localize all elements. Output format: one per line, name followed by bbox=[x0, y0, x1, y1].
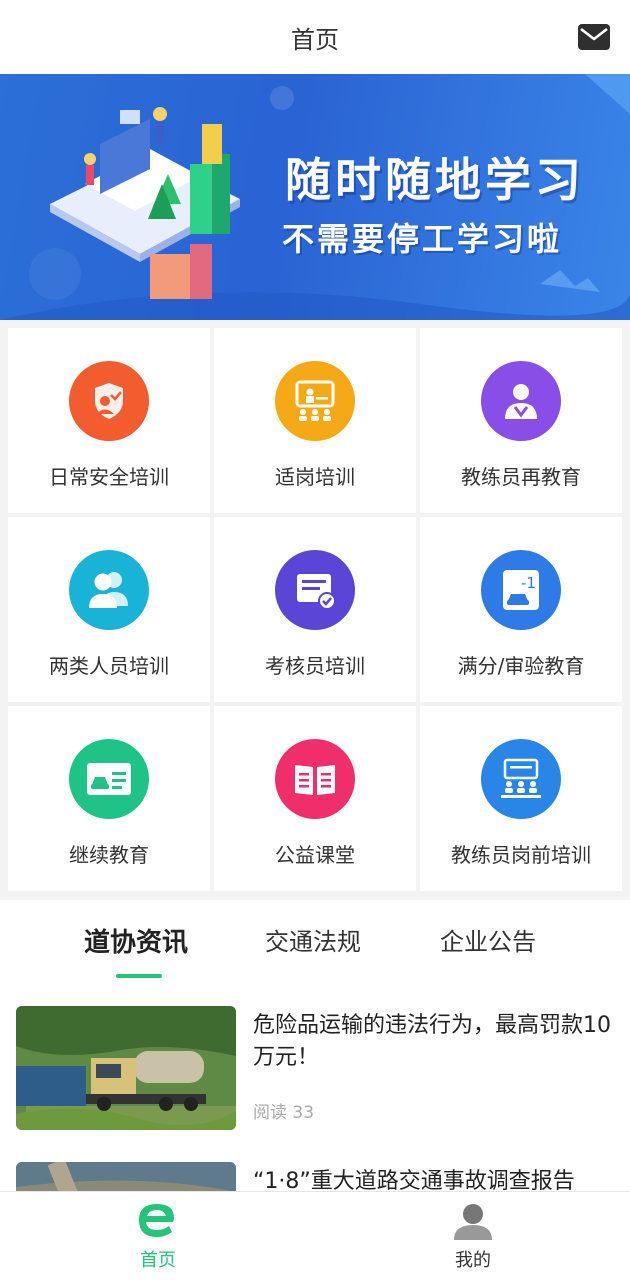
menu-label: 两类人员培训 bbox=[49, 654, 169, 678]
menu-job-adaptation-training[interactable]: 适岗培训 bbox=[214, 328, 416, 513]
two-people-icon bbox=[69, 550, 149, 630]
tabbar-mine[interactable]: 我的 bbox=[373, 1192, 573, 1280]
banner-headline: 随时随地学习 bbox=[285, 153, 585, 207]
banner-subheadline: 不需要停工学习啦 bbox=[282, 220, 563, 258]
open-book-icon bbox=[275, 739, 355, 819]
news-section: 道协资讯 交通法规 企业公告 危险品运输的违法行为，最高罚款10万元！ 阅读 3… bbox=[0, 900, 630, 1192]
car-minus-one-icon: -1 bbox=[481, 550, 561, 630]
news-title: “1·8”重大道路交通事故调查报告 bbox=[253, 1169, 575, 1192]
news-thumbnail bbox=[16, 1006, 236, 1130]
menu-label: 教练员岗前培训 bbox=[451, 843, 591, 867]
certificate-check-icon bbox=[275, 550, 355, 630]
menu-assessor-training[interactable]: 考核员培训 bbox=[214, 517, 416, 702]
top-bar: 首页 bbox=[0, 0, 630, 74]
news-item[interactable]: “1·8”重大道路交通事故调查报告 bbox=[16, 1162, 616, 1192]
news-tabs: 道协资讯 交通法规 企业公告 bbox=[0, 900, 630, 986]
menu-full-score-review-education[interactable]: -1 满分/审验教育 bbox=[420, 517, 622, 702]
menu-instructor-pre-job-training[interactable]: 教练员岗前培训 bbox=[420, 706, 622, 891]
training-menu-grid: 日常安全培训 适岗培训 教练员再教育 两类人员培训 考核员培训 -1 满分/审验… bbox=[8, 328, 622, 891]
instructor-icon bbox=[481, 361, 561, 441]
tab-company-notices[interactable]: 企业公告 bbox=[440, 922, 536, 957]
page-title: 首页 bbox=[291, 25, 339, 54]
news-title: 危险品运输的违法行为，最高罚款10万元！ bbox=[253, 1013, 611, 1070]
menu-continuing-education[interactable]: 继续教育 bbox=[8, 706, 210, 891]
promo-banner[interactable]: 随时随地学习 不需要停工学习啦 bbox=[0, 74, 630, 320]
shield-person-icon bbox=[69, 361, 149, 441]
tabbar-mine-label: 我的 bbox=[455, 1250, 491, 1271]
id-card-icon bbox=[69, 739, 149, 819]
svg-text:-1: -1 bbox=[521, 574, 536, 592]
active-tab-indicator bbox=[116, 974, 162, 978]
news-thumbnail bbox=[16, 1162, 236, 1192]
menu-public-welfare-class[interactable]: 公益课堂 bbox=[214, 706, 416, 891]
mail-icon[interactable] bbox=[578, 24, 610, 50]
tab-association-news[interactable]: 道协资讯 bbox=[84, 922, 188, 959]
presentation-board-icon bbox=[275, 361, 355, 441]
news-read-count: 阅读 33 bbox=[253, 1103, 315, 1123]
menu-label: 继续教育 bbox=[69, 843, 149, 867]
menu-label: 考核员培训 bbox=[265, 654, 365, 678]
menu-label: 公益课堂 bbox=[275, 843, 355, 867]
menu-label: 教练员再教育 bbox=[461, 465, 581, 489]
bottom-tab-bar: 首页 我的 bbox=[0, 1191, 630, 1280]
tabbar-home-label: 首页 bbox=[140, 1250, 176, 1271]
learning-illustration bbox=[50, 107, 240, 299]
home-e-icon bbox=[139, 1204, 174, 1237]
menu-label: 满分/审验教育 bbox=[457, 654, 585, 678]
menu-instructor-reeducation[interactable]: 教练员再教育 bbox=[420, 328, 622, 513]
menu-daily-safety-training[interactable]: 日常安全培训 bbox=[8, 328, 210, 513]
menu-two-types-personnel-training[interactable]: 两类人员培训 bbox=[8, 517, 210, 702]
user-icon bbox=[454, 1204, 492, 1240]
tab-traffic-regulations[interactable]: 交通法规 bbox=[265, 922, 361, 957]
menu-label: 日常安全培训 bbox=[49, 465, 169, 489]
classroom-icon bbox=[481, 739, 561, 819]
news-item[interactable]: 危险品运输的违法行为，最高罚款10万元！ 阅读 33 bbox=[16, 1006, 616, 1130]
menu-label: 适岗培训 bbox=[275, 465, 355, 489]
tabbar-home[interactable]: 首页 bbox=[58, 1192, 258, 1280]
